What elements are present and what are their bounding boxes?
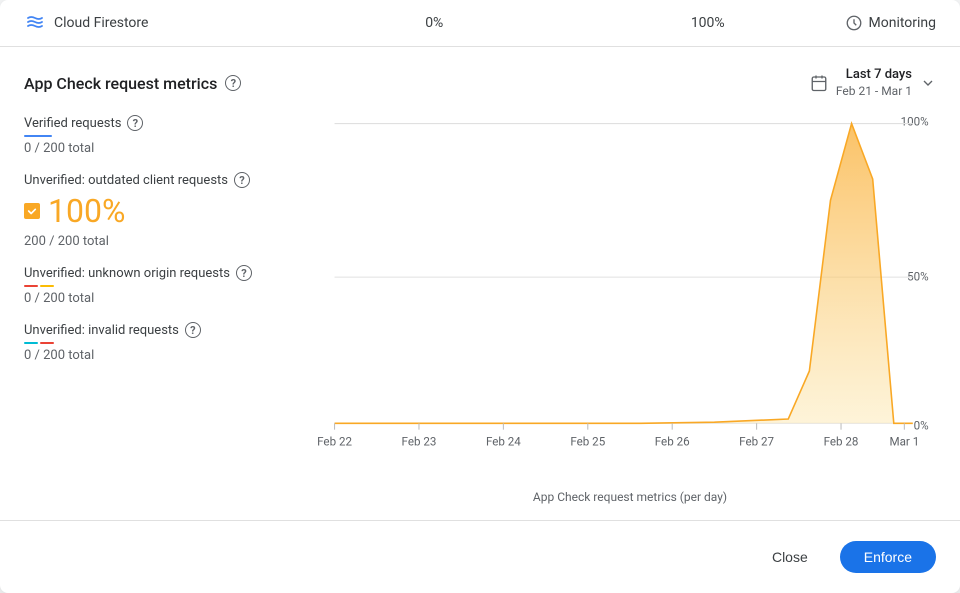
chart-area: 100% 50% 0% (324, 115, 936, 504)
pct-low: 0% (298, 15, 572, 31)
metric-verified: Verified requests ? 0 / 200 total (24, 115, 308, 156)
x-label-feb22: Feb 22 (317, 435, 352, 449)
enforce-button[interactable]: Enforce (840, 541, 936, 573)
metric-unverified-invalid: Unverified: invalid requests ? 0 / 200 t… (24, 322, 308, 363)
monitoring-label: Monitoring (869, 15, 937, 31)
y-label-0: 0% (914, 419, 929, 433)
metric-unverified-unknown: Unverified: unknown origin requests ? 0 … (24, 265, 308, 306)
unknown-line-2 (40, 285, 54, 287)
section-title: App Check request metrics (24, 74, 217, 93)
x-label-feb27: Feb 27 (739, 435, 774, 449)
x-label-feb25: Feb 25 (570, 435, 605, 449)
chart-svg-container: 100% 50% 0% (324, 115, 936, 486)
service-info: Cloud Firestore (24, 12, 298, 34)
outdated-pct: 100% (48, 192, 125, 230)
metrics-panel: Verified requests ? 0 / 200 total Unveri… (24, 115, 324, 504)
metric-verified-label: Verified requests ? (24, 115, 308, 131)
verified-value: 0 / 200 total (24, 141, 308, 156)
checkbox-orange (24, 203, 40, 219)
x-label-feb23: Feb 23 (402, 435, 437, 449)
unverified-unknown-label: Unverified: unknown origin requests ? (24, 265, 308, 281)
unverified-invalid-label: Unverified: invalid requests ? (24, 322, 308, 338)
outdated-value: 200 / 200 total (24, 234, 308, 249)
clock-icon (845, 14, 863, 32)
date-range-title: Last 7 days (846, 67, 912, 84)
outdated-help-icon[interactable]: ? (234, 172, 250, 188)
invalid-line-1 (24, 342, 38, 344)
section-header: App Check request metrics ? Last 7 days … (24, 67, 936, 99)
unknown-line-1 (24, 285, 38, 287)
unknown-help-icon[interactable]: ? (236, 265, 252, 281)
date-range-sub: Feb 21 - Mar 1 (836, 84, 912, 100)
verified-help-icon[interactable]: ? (127, 115, 143, 131)
unknown-value: 0 / 200 total (24, 291, 308, 306)
x-label-feb24: Feb 24 (486, 435, 521, 449)
service-label: Cloud Firestore (54, 15, 148, 31)
invalid-line-indicator (24, 342, 308, 344)
pct-high: 100% (571, 15, 845, 31)
x-label-feb26: Feb 26 (655, 435, 690, 449)
chart-area-fill (335, 124, 913, 424)
close-button[interactable]: Close (752, 541, 828, 573)
help-icon[interactable]: ? (225, 75, 241, 91)
monitoring-button[interactable]: Monitoring (845, 14, 937, 32)
dialog: Cloud Firestore 0% 100% Monitoring App C… (0, 0, 960, 593)
content-area: Verified requests ? 0 / 200 total Unveri… (24, 115, 936, 504)
y-label-50: 50% (907, 270, 929, 284)
chevron-down-icon (920, 75, 936, 91)
main-content: App Check request metrics ? Last 7 days … (0, 47, 960, 520)
top-bar: Cloud Firestore 0% 100% Monitoring (0, 0, 960, 47)
unknown-line-indicator (24, 285, 308, 287)
footer: Close Enforce (0, 529, 960, 593)
metric-unverified-outdated: Unverified: outdated client requests ? 1… (24, 172, 308, 249)
chart-svg: 100% 50% 0% (324, 115, 936, 435)
verified-line (24, 135, 52, 137)
section-title-group: App Check request metrics ? (24, 74, 241, 93)
outdated-big-value: 100% (24, 192, 308, 230)
check-icon (27, 206, 37, 216)
date-range-picker[interactable]: Last 7 days Feb 21 - Mar 1 (810, 67, 936, 99)
invalid-value: 0 / 200 total (24, 348, 308, 363)
x-label-feb28: Feb 28 (824, 435, 859, 449)
date-range-text: Last 7 days Feb 21 - Mar 1 (836, 67, 912, 99)
y-label-100: 100% (901, 115, 929, 129)
x-label-mar1: Mar 1 (889, 435, 919, 449)
firestore-icon (24, 12, 46, 34)
chart-x-label: App Check request metrics (per day) (324, 490, 936, 504)
invalid-help-icon[interactable]: ? (185, 322, 201, 338)
invalid-line-2 (40, 342, 54, 344)
verified-line-indicator (24, 135, 308, 137)
unverified-outdated-label: Unverified: outdated client requests ? (24, 172, 308, 188)
footer-divider (0, 520, 960, 521)
calendar-icon (810, 74, 828, 92)
